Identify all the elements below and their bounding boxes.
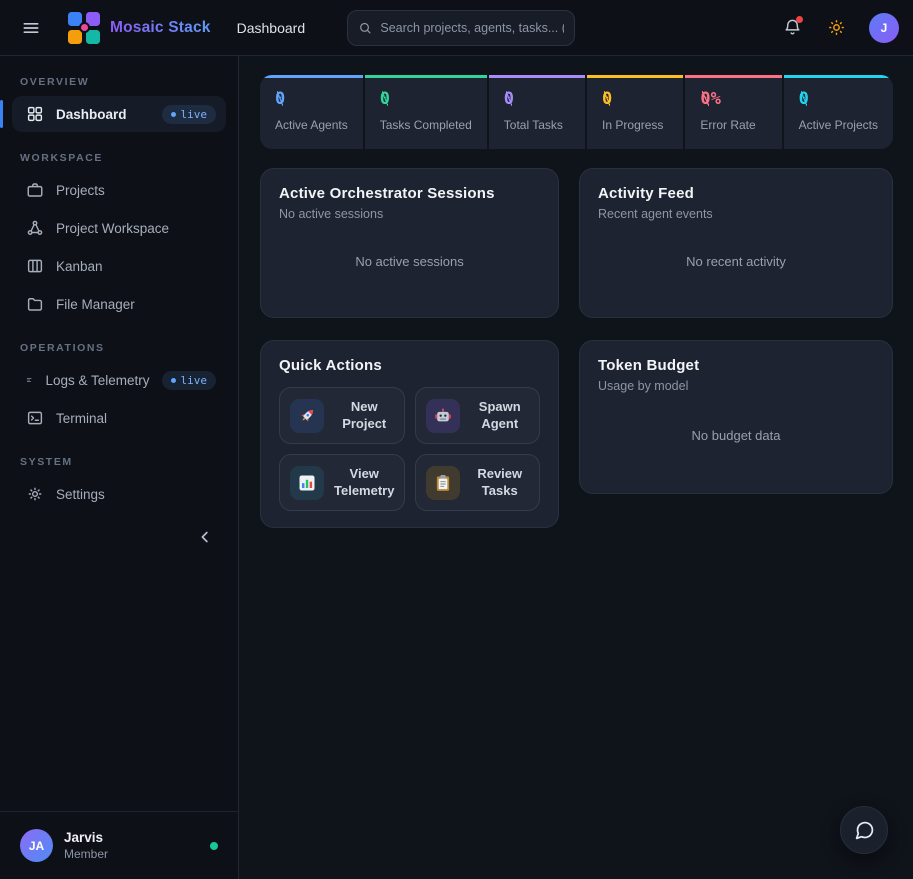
activity-feed-card: Activity Feed Recent agent events No rec… (579, 168, 893, 318)
notifications-button[interactable] (775, 11, 809, 45)
brand-name: Mosaic Stack (110, 19, 211, 37)
grid-icon (26, 105, 44, 123)
sessions-empty-state: No active sessions (279, 221, 540, 301)
user-avatar[interactable]: J (869, 13, 899, 43)
stat-label: Tasks Completed (380, 118, 472, 132)
stat-label: In Progress (602, 118, 668, 132)
user-name: Jarvis (64, 830, 199, 845)
sidebar-item-settings[interactable]: Settings (12, 476, 226, 512)
kanban-icon (26, 257, 44, 275)
review-tasks-button[interactable]: Review Tasks (415, 454, 540, 511)
stat-total-tasks: 0 Total Tasks (489, 75, 585, 149)
sidebar-item-terminal[interactable]: Terminal (12, 400, 226, 436)
stat-label: Error Rate (700, 118, 766, 132)
robot-icon (426, 399, 460, 433)
chevron-left-icon (196, 528, 214, 546)
bar-chart-icon (290, 466, 324, 500)
quick-actions-title: Quick Actions (279, 357, 540, 374)
sidebar-item-label: Settings (56, 487, 216, 502)
briefcase-icon (26, 181, 44, 199)
stats-row: 0 Active Agents 0 Tasks Completed 0 Tota… (260, 75, 893, 149)
hamburger-icon (21, 18, 41, 38)
clipboard-icon (426, 466, 460, 500)
nodes-icon (26, 219, 44, 237)
live-dot-icon (171, 378, 176, 383)
stat-label: Active Projects (799, 118, 878, 132)
sidebar-item-project-workspace[interactable]: Project Workspace (12, 210, 226, 246)
budget-card-title: Token Budget (598, 357, 874, 374)
live-dot-icon (171, 112, 176, 117)
section-operations: OPERATIONS (12, 336, 226, 360)
sidebar-item-projects[interactable]: Projects (12, 172, 226, 208)
rocket-icon (290, 399, 324, 433)
stat-label: Total Tasks (504, 118, 570, 132)
sidebar-item-label: Projects (56, 183, 216, 198)
view-telemetry-button[interactable]: View Telemetry (279, 454, 405, 511)
breadcrumb: Dashboard (237, 20, 306, 36)
main-content: 0 Active Agents 0 Tasks Completed 0 Tota… (240, 56, 913, 879)
stat-in-progress: 0 In Progress (587, 75, 683, 149)
dashboard-cards-grid: Active Orchestrator Sessions No active s… (260, 168, 893, 528)
theme-toggle-button[interactable] (819, 11, 853, 45)
activity-card-title: Activity Feed (598, 185, 874, 202)
quick-actions-card: Quick Actions New Project Spawn Agent (260, 340, 559, 528)
notification-dot (796, 16, 803, 23)
stat-active-projects: 0 Active Projects (784, 75, 893, 149)
new-project-button[interactable]: New Project (279, 387, 405, 444)
sidebar-item-label: Dashboard (56, 107, 150, 122)
sidebar: OVERVIEW Dashboard live WORKSPACE Projec… (0, 56, 239, 879)
user-role: Member (64, 847, 199, 861)
sidebar-item-label: Project Workspace (56, 221, 216, 236)
search-bar[interactable] (347, 10, 575, 46)
sidebar-item-label: Logs & Telemetry (45, 373, 149, 388)
user-card[interactable]: JA Jarvis Member (0, 811, 238, 879)
brand-logo[interactable]: Mosaic Stack (68, 12, 211, 44)
chat-fab-button[interactable] (840, 806, 888, 854)
sidebar-item-label: Terminal (56, 411, 216, 426)
budget-card-subtitle: Usage by model (598, 379, 874, 393)
activity-card-subtitle: Recent agent events (598, 207, 874, 221)
token-budget-card: Token Budget Usage by model No budget da… (579, 340, 893, 494)
terminal-icon (26, 409, 44, 427)
live-badge: live (162, 105, 217, 124)
sidebar-item-kanban[interactable]: Kanban (12, 248, 226, 284)
section-workspace: WORKSPACE (12, 146, 226, 170)
section-overview: OVERVIEW (12, 70, 226, 94)
online-status-dot (210, 842, 218, 850)
topbar: Mosaic Stack Dashboard J (0, 0, 913, 56)
sidebar-item-dashboard[interactable]: Dashboard live (12, 96, 226, 132)
stat-active-agents: 0 Active Agents (260, 75, 363, 149)
sidebar-nav: OVERVIEW Dashboard live WORKSPACE Projec… (0, 56, 238, 811)
activity-empty-state: No recent activity (598, 221, 874, 301)
spawn-agent-button[interactable]: Spawn Agent (415, 387, 540, 444)
live-badge: live (162, 371, 217, 390)
sidebar-item-file-manager[interactable]: File Manager (12, 286, 226, 322)
gear-icon (26, 485, 44, 503)
chat-bubble-icon (854, 820, 875, 841)
log-lines-icon (26, 371, 33, 389)
hamburger-menu-button[interactable] (14, 11, 48, 45)
search-input[interactable] (380, 21, 564, 35)
stat-tasks-completed: 0 Tasks Completed (365, 75, 487, 149)
user-avatar-initials: JA (20, 829, 53, 862)
action-label: Spawn Agent (470, 399, 529, 433)
sessions-card-title: Active Orchestrator Sessions (279, 185, 540, 202)
action-label: Review Tasks (470, 466, 529, 500)
stat-label: Active Agents (275, 118, 348, 132)
action-label: View Telemetry (334, 466, 394, 500)
mosaic-logo-icon (68, 12, 100, 44)
sidebar-collapse-button[interactable] (192, 524, 218, 550)
sessions-card-subtitle: No active sessions (279, 207, 540, 221)
sessions-card: Active Orchestrator Sessions No active s… (260, 168, 559, 318)
folder-icon (26, 295, 44, 313)
sidebar-item-label: File Manager (56, 297, 216, 312)
section-system: SYSTEM (12, 450, 226, 474)
budget-empty-state: No budget data (598, 393, 874, 477)
action-label: New Project (334, 399, 394, 433)
stat-error-rate: 0% Error Rate (685, 75, 781, 149)
search-icon (358, 20, 372, 36)
sidebar-item-label: Kanban (56, 259, 216, 274)
sun-icon (827, 18, 846, 37)
sidebar-item-logs-telemetry[interactable]: Logs & Telemetry live (12, 362, 226, 398)
